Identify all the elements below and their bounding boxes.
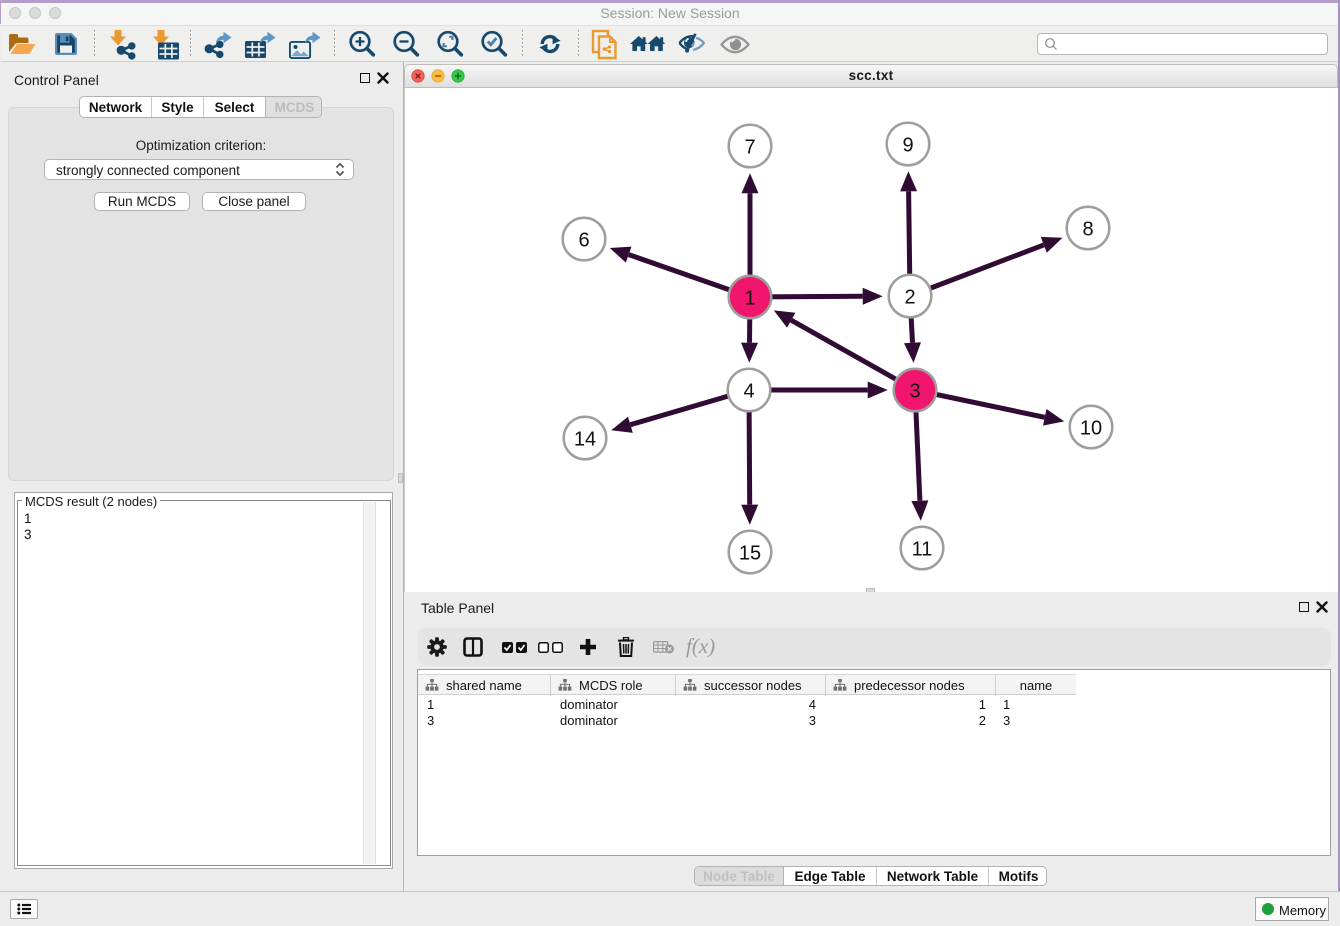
svg-text:1: 1 bbox=[744, 288, 755, 310]
svg-text:4: 4 bbox=[743, 381, 754, 403]
svg-text:8: 8 bbox=[1082, 219, 1093, 241]
svg-text:6: 6 bbox=[578, 230, 589, 252]
svg-text:14: 14 bbox=[574, 429, 596, 451]
svg-text:2: 2 bbox=[904, 287, 915, 309]
svg-text:15: 15 bbox=[739, 543, 761, 565]
svg-text:10: 10 bbox=[1080, 418, 1102, 440]
svg-text:7: 7 bbox=[744, 137, 755, 159]
svg-text:3: 3 bbox=[909, 381, 920, 403]
svg-text:11: 11 bbox=[912, 539, 933, 561]
svg-text:9: 9 bbox=[902, 135, 913, 157]
